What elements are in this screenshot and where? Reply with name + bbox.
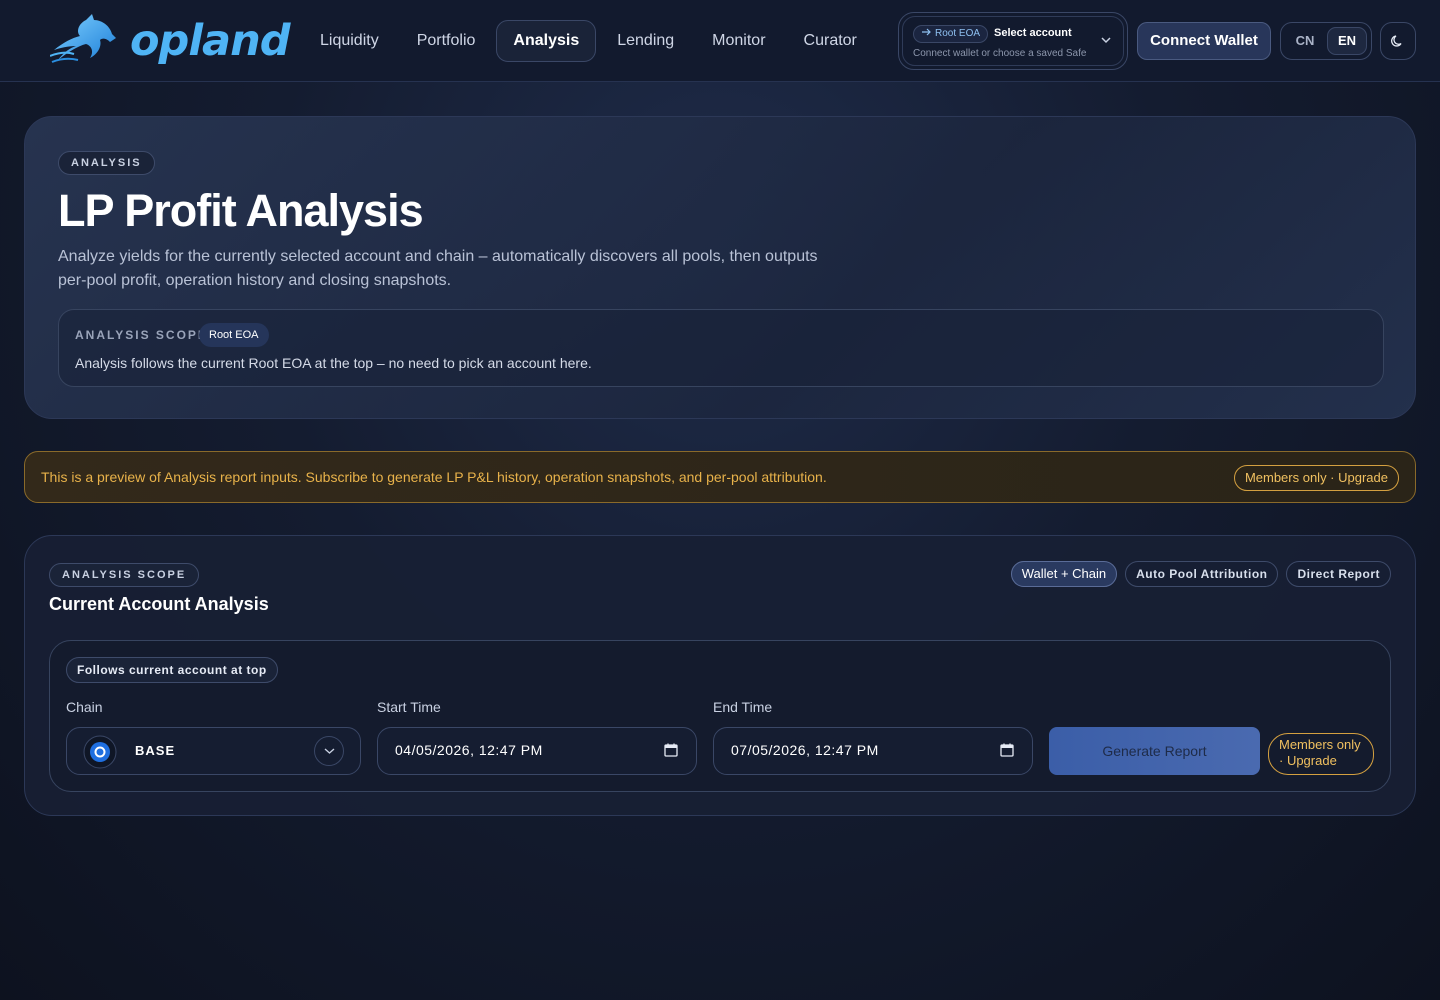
connect-wallet-button[interactable]: Connect Wallet bbox=[1137, 22, 1271, 60]
chevron-down-icon bbox=[1101, 37, 1111, 44]
report-form: Follows current account at top Chain BAS… bbox=[49, 640, 1391, 792]
generate-report-button[interactable]: Generate Report bbox=[1049, 727, 1260, 775]
scope-badge: Root EOA bbox=[199, 323, 269, 347]
chain-label: Chain bbox=[66, 699, 103, 715]
upgrade-button[interactable]: Members only · Upgrade bbox=[1233, 465, 1399, 491]
members-upgrade-button[interactable]: Members only · Upgrade bbox=[1268, 733, 1374, 775]
tag-direct-report[interactable]: Direct Report bbox=[1286, 561, 1391, 587]
account-selector-inner: Root EOA Select account Connect wallet o… bbox=[902, 16, 1124, 66]
hero-card: ANALYSIS LP Profit Analysis Analyze yiel… bbox=[24, 116, 1416, 419]
account-subtitle: Connect wallet or choose a saved Safe bbox=[913, 48, 1087, 59]
nav-liquidity[interactable]: Liquidity bbox=[303, 20, 396, 62]
account-type-label: Root EOA bbox=[935, 28, 981, 39]
account-type-badge: Root EOA bbox=[913, 25, 989, 43]
page-title: LP Profit Analysis bbox=[58, 185, 424, 236]
opland-logo[interactable]: opland bbox=[50, 12, 290, 68]
panel-eyebrow: ANALYSIS SCOPE bbox=[49, 563, 200, 587]
main-nav: Liquidity Portfolio Analysis Lending Mon… bbox=[303, 20, 878, 62]
page-description: Analyze yields for the currently selecte… bbox=[58, 248, 818, 289]
chain-dropdown-toggle[interactable] bbox=[314, 736, 344, 766]
chevron-down-icon bbox=[324, 748, 335, 754]
chain-value: BASE bbox=[135, 743, 176, 758]
scope-text: Analysis follows the current Root EOA at… bbox=[75, 355, 592, 371]
account-title: Select account bbox=[994, 27, 1072, 39]
start-time-input[interactable]: 04/05/2026, 12:47 PM bbox=[377, 727, 697, 775]
nav-analysis[interactable]: Analysis bbox=[496, 20, 597, 62]
logo-text: opland bbox=[130, 16, 290, 66]
scope-label: ANALYSIS SCOPE bbox=[75, 328, 208, 342]
horse-logo-icon bbox=[50, 14, 116, 63]
start-time-value: 04/05/2026, 12:47 PM bbox=[395, 742, 543, 758]
arrow-right-icon bbox=[922, 28, 931, 36]
language-switch: CN EN bbox=[1280, 22, 1372, 60]
follows-account-pill: Follows current account at top bbox=[66, 657, 278, 683]
moon-icon bbox=[1391, 35, 1402, 47]
hero-eyebrow: ANALYSIS bbox=[58, 151, 155, 175]
nav-monitor[interactable]: Monitor bbox=[695, 20, 782, 62]
end-time-value: 07/05/2026, 12:47 PM bbox=[731, 742, 879, 758]
chain-select[interactable]: BASE bbox=[66, 727, 361, 775]
nav-portfolio[interactable]: Portfolio bbox=[400, 20, 493, 62]
tag-auto-pool-attribution[interactable]: Auto Pool Attribution bbox=[1125, 561, 1279, 587]
calendar-icon[interactable] bbox=[664, 743, 678, 757]
calendar-icon[interactable] bbox=[1000, 743, 1014, 757]
nav-curator[interactable]: Curator bbox=[787, 20, 874, 62]
account-selector[interactable]: Root EOA Select account Connect wallet o… bbox=[898, 12, 1128, 70]
tag-wallet-chain[interactable]: Wallet + Chain bbox=[1010, 561, 1118, 587]
notice-text: This is a preview of Analysis report inp… bbox=[41, 469, 827, 485]
top-bar: opland Liquidity Portfolio Analysis Lend… bbox=[0, 0, 1440, 82]
panel-title: Current Account Analysis bbox=[49, 594, 269, 614]
feature-tags: Wallet + Chain Auto Pool Attribution Dir… bbox=[1003, 561, 1391, 587]
analysis-scope-box: ANALYSIS SCOPE Root EOA Analysis follows… bbox=[58, 309, 1384, 387]
lang-cn[interactable]: CN bbox=[1285, 27, 1325, 55]
nav-lending[interactable]: Lending bbox=[600, 20, 691, 62]
lang-en[interactable]: EN bbox=[1327, 27, 1367, 55]
end-time-input[interactable]: 07/05/2026, 12:47 PM bbox=[713, 727, 1033, 775]
theme-toggle-button[interactable] bbox=[1380, 22, 1416, 60]
start-time-label: Start Time bbox=[377, 699, 441, 715]
members-notice: This is a preview of Analysis report inp… bbox=[24, 451, 1416, 503]
end-time-label: End Time bbox=[713, 699, 773, 715]
base-chain-icon bbox=[83, 735, 117, 769]
analysis-panel: ANALYSIS SCOPE Current Account Analysis … bbox=[24, 535, 1416, 816]
